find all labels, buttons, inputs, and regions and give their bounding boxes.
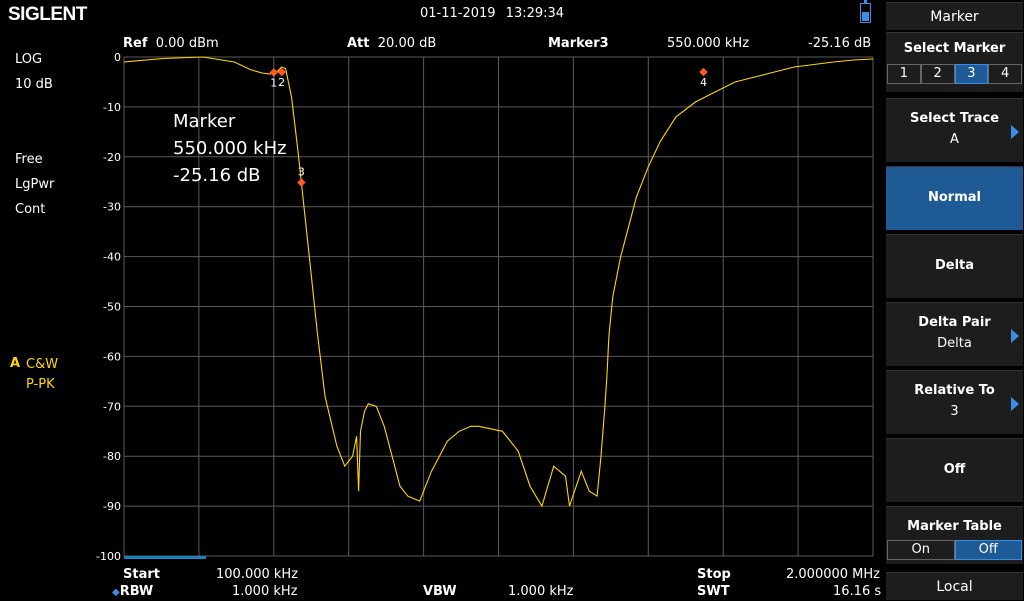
marker-table-label: Marker Table xyxy=(907,519,1002,534)
off-key[interactable]: Off xyxy=(886,438,1023,502)
rbw: ◆RBW xyxy=(112,584,153,599)
menu-title: Marker xyxy=(886,2,1023,30)
chevron-right-icon xyxy=(1011,329,1019,343)
delta-key[interactable]: Delta xyxy=(886,234,1023,298)
y-tick-label: -20 xyxy=(103,151,121,164)
y-tick-labels: 0 -10 -20 -30 -40 -50 -60 -70 -80 -90 -100 xyxy=(96,51,121,563)
marker-option-3[interactable]: 3 xyxy=(954,64,989,84)
marker-readout: Marker 550.000 kHz -25.16 dB xyxy=(173,108,287,189)
marker-readout-amp: -25.16 dB xyxy=(173,165,261,186)
softkey-panel: Marker Select Marker 1234 Select Trace A… xyxy=(885,0,1024,600)
marker-1-label: 1 xyxy=(270,76,277,89)
marker-4-point xyxy=(699,67,708,77)
marker-4-label: 4 xyxy=(700,76,707,89)
rbw-active-icon: ◆ xyxy=(112,587,120,598)
y-tick-label: -60 xyxy=(103,350,121,363)
marker-2-label: 2 xyxy=(278,76,285,89)
y-tick-label: 0 xyxy=(114,51,121,64)
swt-label: SWT xyxy=(697,584,730,599)
marker-option-4[interactable]: 4 xyxy=(988,64,1022,84)
vbw-value: 1.000 kHz xyxy=(508,584,574,599)
normal-key[interactable]: Normal xyxy=(886,166,1023,230)
y-tick-label: -100 xyxy=(96,550,121,563)
delta-pair-key[interactable]: Delta Pair Delta xyxy=(886,302,1023,366)
start-value: 100.000 kHz xyxy=(216,567,299,582)
chevron-right-icon xyxy=(1011,397,1019,411)
chevron-right-icon xyxy=(1011,125,1019,139)
y-tick-label: -50 xyxy=(103,301,121,314)
stop-label: Stop xyxy=(697,567,731,582)
marker-table-on[interactable]: On xyxy=(887,540,955,560)
y-tick-label: -90 xyxy=(103,500,121,513)
relative-to-key[interactable]: Relative To 3 xyxy=(886,370,1023,434)
y-tick-label: -40 xyxy=(103,251,121,264)
delta-pair-value: Delta xyxy=(937,336,972,351)
start-label: Start xyxy=(123,567,160,582)
marker-points: 1 2 3 4 xyxy=(269,67,708,187)
select-trace-value: A xyxy=(950,132,959,147)
relative-to-label: Relative To xyxy=(914,383,995,398)
stop-value: 2.000000 MHz xyxy=(786,567,880,582)
rbw-value: 1.000 kHz xyxy=(232,584,298,599)
marker-table-off[interactable]: Off xyxy=(954,540,1022,560)
marker-readout-title: Marker xyxy=(173,111,236,132)
select-trace-label: Select Trace xyxy=(909,111,1000,126)
marker-3-point xyxy=(297,178,306,187)
spectrum-plot[interactable]: 0 -10 -20 -30 -40 -50 -60 -70 -80 -90 -100 1 2 3 4 xyxy=(0,0,885,600)
relative-to-value: 3 xyxy=(950,404,959,419)
y-tick-label: -30 xyxy=(103,201,121,214)
sweep-progress xyxy=(124,556,206,559)
local-key[interactable]: Local xyxy=(886,572,1023,600)
y-tick-label: -10 xyxy=(103,101,121,114)
vbw-label: VBW xyxy=(423,584,457,599)
marker-selector: 1234 xyxy=(887,64,1022,84)
rbw-label: RBW xyxy=(119,584,154,599)
marker-readout-freq: 550.000 kHz xyxy=(173,138,287,159)
select-trace-key[interactable]: Select Trace A xyxy=(886,98,1023,162)
marker-1-point xyxy=(269,68,279,77)
marker-option-1[interactable]: 1 xyxy=(887,64,921,84)
y-tick-label: -80 xyxy=(103,450,121,463)
select-marker-label: Select Marker xyxy=(903,41,1006,56)
delta-pair-label: Delta Pair xyxy=(918,315,991,330)
swt-value: 16.16 s xyxy=(833,584,882,599)
marker-table-toggle: On Off xyxy=(887,540,1022,560)
marker-3-label: 3 xyxy=(298,166,305,179)
marker-option-2[interactable]: 2 xyxy=(920,64,955,84)
marker-2-point xyxy=(277,67,286,77)
y-tick-label: -70 xyxy=(103,400,121,413)
